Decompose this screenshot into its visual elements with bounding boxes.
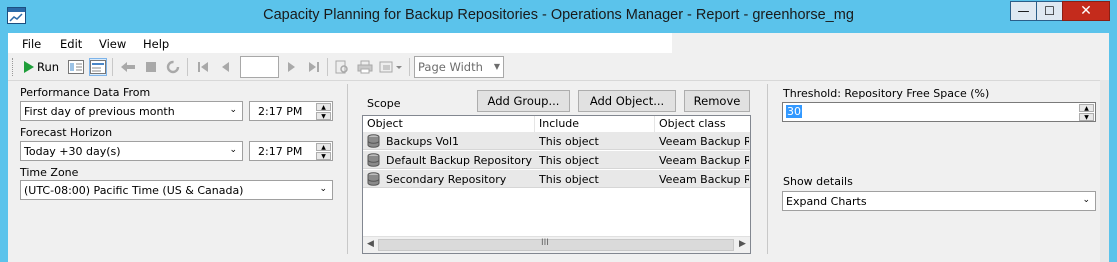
toolbar-separator bbox=[187, 58, 188, 76]
export-icon[interactable] bbox=[378, 58, 404, 76]
scroll-right-icon[interactable]: ▶ bbox=[739, 239, 746, 249]
forecast-horizon-label: Forecast Horizon bbox=[20, 126, 113, 139]
row-class: Veeam Backup R... bbox=[659, 173, 749, 186]
spin-up-icon[interactable]: ▲ bbox=[316, 143, 331, 151]
forecast-horizon-time[interactable]: 2:17 PM ▲ ▼ bbox=[249, 141, 333, 161]
previous-page-icon[interactable] bbox=[216, 58, 234, 76]
forecast-horizon-value: Today +30 day(s) bbox=[24, 145, 121, 158]
chevron-down-icon: ▼ bbox=[493, 62, 500, 71]
column-header-include[interactable]: Include bbox=[535, 116, 655, 132]
menu-file[interactable]: File bbox=[22, 37, 41, 51]
grid-header: Object Include Object class bbox=[363, 116, 750, 132]
toolbar-grip bbox=[12, 58, 15, 76]
add-object-button[interactable]: Add Object... bbox=[578, 90, 676, 112]
time-zone-value: (UTC-08:00) Pacific Time (US & Canada) bbox=[24, 184, 244, 197]
row-object: Backups Vol1 bbox=[386, 135, 460, 148]
time-zone-select[interactable]: (UTC-08:00) Pacific Time (US & Canada) ⌄ bbox=[20, 180, 333, 200]
row-class: Veeam Backup R... bbox=[659, 154, 749, 167]
first-page-icon[interactable] bbox=[194, 58, 212, 76]
performance-from-select[interactable]: First day of previous month ⌄ bbox=[20, 101, 243, 121]
spin-down-icon[interactable]: ▼ bbox=[1079, 113, 1094, 121]
chevron-down-icon: ⌄ bbox=[1082, 195, 1090, 205]
scope-label: Scope bbox=[367, 97, 401, 110]
panel-divider bbox=[767, 84, 768, 254]
chevron-down-icon: ⌄ bbox=[229, 145, 237, 155]
forecast-horizon-select[interactable]: Today +30 day(s) ⌄ bbox=[20, 141, 243, 161]
table-row[interactable]: Backups Vol1 This object Veeam Backup R.… bbox=[363, 132, 750, 150]
document-map-icon[interactable] bbox=[67, 58, 85, 76]
last-page-icon[interactable] bbox=[305, 58, 323, 76]
chevron-down-icon: ⌄ bbox=[229, 105, 237, 115]
back-icon[interactable] bbox=[119, 58, 137, 76]
forecast-horizon-time-value: 2:17 PM bbox=[258, 145, 303, 158]
performance-from-time[interactable]: 2:17 PM ▲ ▼ bbox=[249, 101, 333, 121]
horizontal-scrollbar[interactable]: ◀ III ▶ bbox=[363, 236, 750, 253]
spin-down-icon[interactable]: ▼ bbox=[316, 112, 331, 120]
parameters-icon[interactable] bbox=[89, 58, 107, 76]
stop-icon[interactable] bbox=[142, 58, 160, 76]
column-header-object[interactable]: Object bbox=[363, 116, 535, 132]
row-class: Veeam Backup R... bbox=[659, 135, 749, 148]
print-layout-icon[interactable] bbox=[333, 58, 351, 76]
row-object: Secondary Repository bbox=[386, 173, 507, 186]
column-header-object-class[interactable]: Object class bbox=[655, 116, 750, 132]
add-group-button[interactable]: Add Group... bbox=[477, 90, 570, 112]
show-details-value: Expand Charts bbox=[786, 195, 867, 208]
close-button[interactable]: ✕ bbox=[1062, 1, 1110, 21]
zoom-select[interactable]: Page Width ▼ bbox=[414, 56, 504, 78]
performance-from-time-value: 2:17 PM bbox=[258, 105, 303, 118]
spin-up-icon[interactable]: ▲ bbox=[316, 103, 331, 111]
window-title: Capacity Planning for Backup Repositorie… bbox=[263, 7, 854, 23]
page-number-input[interactable] bbox=[240, 56, 279, 78]
threshold-label: Threshold: Repository Free Space (%) bbox=[783, 87, 990, 100]
menu-help[interactable]: Help bbox=[143, 37, 169, 51]
toolbar-separator bbox=[112, 58, 113, 76]
row-include: This object bbox=[539, 173, 599, 186]
spin-down-icon[interactable]: ▼ bbox=[316, 152, 331, 160]
show-details-label: Show details bbox=[783, 175, 853, 188]
minimize-button[interactable]: — bbox=[1010, 1, 1037, 21]
performance-from-value: First day of previous month bbox=[24, 105, 175, 118]
threshold-value: 30 bbox=[786, 105, 802, 118]
menu-edit[interactable]: Edit bbox=[60, 37, 82, 51]
scroll-left-icon[interactable]: ◀ bbox=[367, 239, 374, 249]
remove-button[interactable]: Remove bbox=[684, 90, 750, 112]
panel-divider bbox=[347, 84, 348, 254]
zoom-value: Page Width bbox=[418, 60, 483, 74]
database-icon bbox=[367, 134, 380, 148]
toolbar-separator bbox=[327, 58, 328, 76]
time-zone-label: Time Zone bbox=[20, 166, 79, 179]
database-icon bbox=[367, 172, 380, 186]
menu-view[interactable]: View bbox=[99, 37, 126, 51]
maximize-button[interactable]: ☐ bbox=[1036, 1, 1063, 21]
performance-from-label: Performance Data From bbox=[20, 86, 151, 99]
run-icon[interactable] bbox=[20, 58, 38, 76]
table-row[interactable]: Secondary Repository This object Veeam B… bbox=[363, 170, 750, 188]
scroll-thumb-grip: III bbox=[541, 238, 549, 248]
print-icon[interactable] bbox=[356, 58, 374, 76]
row-include: This object bbox=[539, 135, 599, 148]
refresh-icon[interactable] bbox=[164, 58, 182, 76]
table-row[interactable]: Default Backup Repository This object Ve… bbox=[363, 151, 750, 169]
row-object: Default Backup Repository bbox=[386, 154, 532, 167]
scroll-thumb[interactable]: III bbox=[378, 238, 734, 251]
database-icon bbox=[367, 153, 380, 167]
chevron-down-icon: ⌄ bbox=[319, 184, 327, 194]
toolbar-separator bbox=[409, 58, 410, 76]
spin-up-icon[interactable]: ▲ bbox=[1079, 104, 1094, 112]
show-details-select[interactable]: Expand Charts ⌄ bbox=[782, 191, 1096, 211]
vertical-scrollbar[interactable] bbox=[1100, 80, 1109, 262]
row-include: This object bbox=[539, 154, 599, 167]
next-page-icon[interactable] bbox=[283, 58, 301, 76]
threshold-input[interactable]: 30 ▲ ▼ bbox=[782, 102, 1096, 122]
run-button[interactable]: Run bbox=[37, 60, 59, 74]
